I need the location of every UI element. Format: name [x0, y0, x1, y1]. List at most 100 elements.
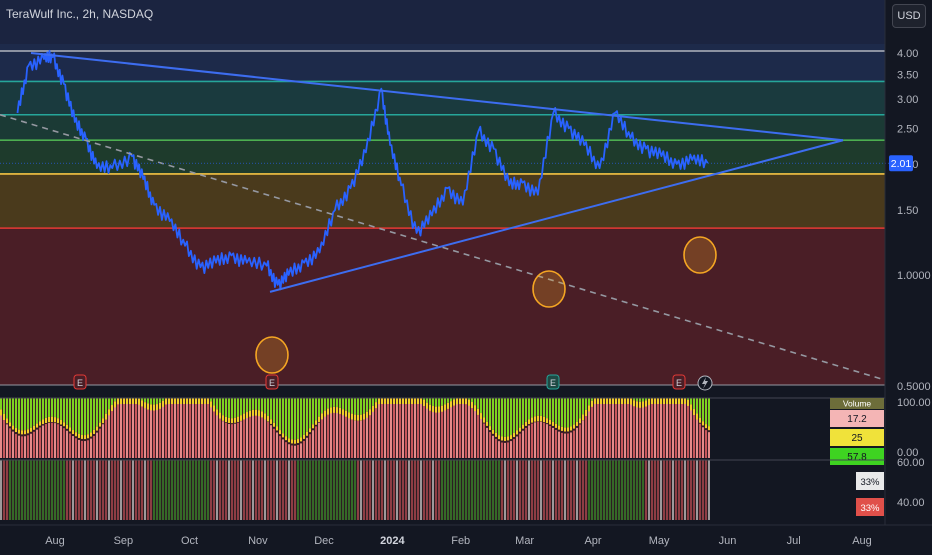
signals-bar	[666, 460, 668, 520]
signals-bar	[414, 460, 416, 520]
oscillator-red-bar	[657, 404, 659, 458]
signals-bar	[24, 460, 26, 520]
oscillator-red-bar	[291, 445, 293, 458]
signals-bar	[363, 460, 365, 520]
earnings-marker-0: E	[74, 375, 86, 389]
oscillator-yellow-bar	[300, 437, 302, 441]
oscillator-yellow-bar	[492, 430, 494, 434]
oscillator-red-bar	[258, 416, 260, 458]
oscillator-green-bar	[321, 398, 323, 413]
oscillator-red-bar	[288, 444, 290, 458]
x-axis-tick: Apr	[584, 535, 601, 547]
signals-bar	[171, 460, 173, 520]
oscillator-red-bar	[597, 404, 599, 458]
oscillator-red-bar	[201, 404, 203, 458]
signals-bar	[447, 460, 449, 520]
signals-bar	[555, 460, 557, 520]
signals-bar	[318, 460, 320, 520]
oscillator-red-bar	[378, 404, 380, 458]
oscillator-green-bar	[264, 398, 266, 413]
oscillator-green-bar	[213, 398, 215, 405]
oscillator-red-bar	[141, 406, 143, 458]
oscillator-red-bar	[501, 443, 503, 458]
oscillator-yellow-bar	[285, 436, 287, 440]
signals-bar	[48, 460, 50, 520]
oscillator-green-bar	[570, 398, 572, 426]
oscillator-yellow-bar	[507, 436, 509, 440]
signals-bar	[531, 460, 533, 520]
oscillator-red-bar	[645, 407, 647, 458]
signals-bar	[438, 460, 440, 520]
signals-bar	[72, 460, 74, 520]
oscillator-yellow-bar	[252, 410, 254, 417]
oscillator-green-bar	[522, 398, 524, 425]
x-axis-tick: Jul	[787, 535, 801, 547]
signals-bar	[528, 460, 530, 520]
oscillator-green-bar	[12, 398, 14, 426]
signals-bar	[354, 460, 356, 520]
oscillator-red-bar	[417, 404, 419, 458]
oscillator-green-bar	[690, 398, 692, 404]
oscillator-green-bar	[159, 398, 161, 403]
signals-bar	[255, 460, 257, 520]
oscillator-green-bar	[540, 398, 542, 416]
oscillator-red-bar	[168, 404, 170, 458]
oscillator-green-bar	[471, 398, 473, 402]
signals-bar	[219, 460, 221, 520]
oscillator-yellow-bar	[531, 418, 533, 423]
oscillator-red-bar	[54, 423, 56, 458]
oscillator-yellow-bar	[699, 418, 701, 423]
oscillator-red-bar	[663, 404, 665, 458]
oscillator-green-bar	[708, 398, 710, 426]
oscillator-yellow-bar	[231, 418, 233, 423]
signals-bar	[15, 460, 17, 520]
chart-stage: EEEE4.003.503.002.502.001.501.00000.5000…	[0, 0, 932, 550]
oscillator-yellow-bar	[54, 417, 56, 422]
oscillator-red-bar	[585, 416, 587, 458]
oscillator-green-bar	[45, 398, 47, 418]
oscillator-green-bar	[6, 398, 8, 418]
signals-bar	[513, 460, 515, 520]
oscillator-red-bar	[462, 404, 464, 458]
oscillator-yellow-bar	[219, 413, 221, 419]
oscillator-green-bar	[54, 398, 56, 417]
oscillator-yellow-bar	[483, 417, 485, 422]
oscillator-red-bar	[261, 417, 263, 458]
signals-bar	[360, 460, 362, 520]
x-axis-tick: May	[649, 535, 670, 547]
oscillator-yellow-bar	[705, 424, 707, 428]
oscillator-yellow-bar	[561, 427, 563, 431]
oscillator-red-bar	[459, 404, 461, 458]
currency-button[interactable]: USD	[892, 4, 926, 28]
signals-bar	[561, 460, 563, 520]
signals-bar	[468, 460, 470, 520]
x-axis-tick: Aug	[852, 535, 872, 547]
signals-bar	[510, 460, 512, 520]
price-axis-tick: 0.5000	[897, 381, 931, 393]
price-axis-tick: 2.50	[897, 123, 918, 135]
signals-bar	[573, 460, 575, 520]
signals-bar	[186, 460, 188, 520]
signals-bar	[147, 460, 149, 520]
oscillator-yellow-bar	[312, 424, 314, 428]
signals-bar	[693, 460, 695, 520]
x-axis-tick: Mar	[515, 535, 534, 547]
oscillator-red-bar	[306, 438, 308, 458]
signals-bar	[9, 460, 11, 520]
oscillator-green-bar	[300, 398, 302, 437]
oscillator-green-bar	[318, 398, 320, 417]
oscillator-red-bar	[189, 404, 191, 458]
signals-bar	[672, 460, 674, 520]
oscillator-red-bar	[552, 428, 554, 458]
oscillator-green-bar	[498, 398, 500, 435]
signals-bar	[567, 460, 569, 520]
oscillator-yellow-bar	[576, 422, 578, 426]
oscillator-red-bar	[534, 422, 536, 458]
signals-bar	[657, 460, 659, 520]
oscillator-red-bar	[486, 428, 488, 458]
oscillator-red-bar	[537, 422, 539, 458]
oscillator-yellow-bar	[360, 415, 362, 421]
signals-bar	[99, 460, 101, 520]
signals-bar	[246, 460, 248, 520]
signals-bar	[312, 460, 314, 520]
